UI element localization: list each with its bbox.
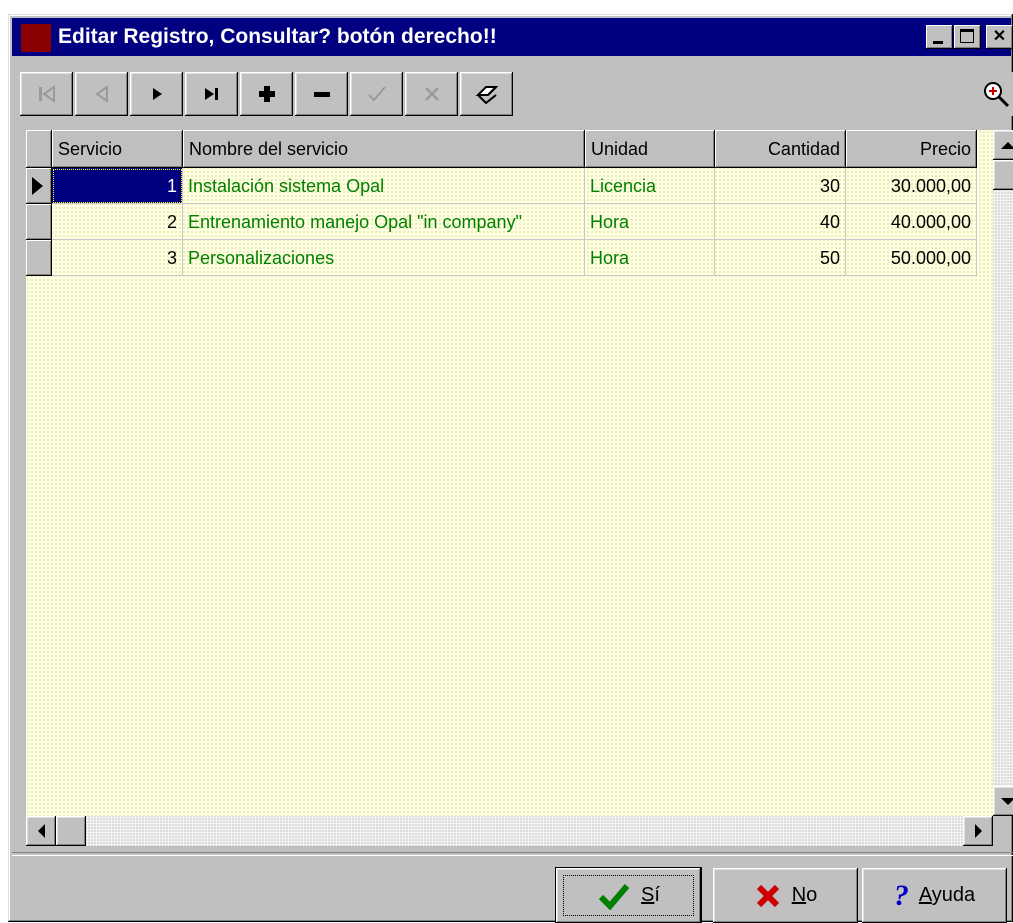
table-cell-servicio[interactable]: 1	[52, 168, 183, 204]
skip-first-icon	[38, 85, 55, 103]
si-button[interactable]: Sí	[556, 868, 701, 923]
horizontal-scroll-thumb[interactable]	[56, 816, 86, 846]
row-indicator[interactable]	[26, 204, 52, 240]
table-cell-cantidad[interactable]: 40	[715, 204, 846, 240]
vertical-scroll-thumb[interactable]	[993, 160, 1013, 190]
next-icon	[152, 88, 162, 100]
insert-record-button[interactable]	[240, 72, 293, 116]
zoom-button[interactable]	[975, 72, 1013, 116]
arrow-up-icon	[1001, 141, 1013, 149]
table-cell-servicio[interactable]: 2	[52, 204, 183, 240]
scroll-down-button[interactable]	[993, 786, 1013, 816]
vertical-scrollbar[interactable]	[993, 130, 1013, 816]
zoom-in-icon	[984, 82, 1010, 108]
horizontal-scrollbar[interactable]	[26, 816, 993, 846]
prior-icon	[94, 85, 108, 103]
current-row-arrow-icon	[32, 177, 43, 195]
indicator-header	[26, 130, 52, 168]
close-button[interactable]	[986, 25, 1013, 49]
dialog-window: Editar Registro, Consultar? botón derech…	[8, 14, 1013, 923]
arrow-left-icon	[37, 824, 45, 838]
table-cell-unidad[interactable]: Hora	[585, 204, 715, 240]
help-icon: ?	[893, 878, 909, 912]
table-cell-nombre[interactable]: Entrenamiento manejo Opal "in company"	[183, 204, 585, 240]
arrow-right-icon	[974, 824, 982, 838]
x-icon	[756, 884, 779, 907]
minimize-button[interactable]	[926, 25, 953, 49]
column-header-unidad[interactable]: Unidad	[585, 130, 715, 168]
post-record-button[interactable]	[350, 72, 403, 116]
delete-record-button[interactable]	[295, 72, 348, 116]
table-cell-cantidad[interactable]: 50	[715, 240, 846, 276]
ayuda-button-label: Ayuda	[918, 884, 976, 906]
minus-icon	[313, 92, 330, 97]
arrow-down-icon	[1001, 797, 1013, 805]
scroll-left-button[interactable]	[26, 816, 56, 846]
scroll-right-button[interactable]	[963, 816, 993, 846]
title-bar[interactable]: Editar Registro, Consultar? botón derech…	[12, 18, 1013, 56]
skip-last-icon	[204, 88, 218, 100]
column-header-nombre[interactable]: Nombre del servicio	[183, 130, 585, 168]
row-indicator[interactable]	[26, 168, 52, 204]
no-button-label: No	[791, 884, 818, 906]
table-cell-cantidad[interactable]: 30	[715, 168, 846, 204]
window-title: Editar Registro, Consultar? botón derech…	[58, 25, 497, 48]
plus-icon	[258, 86, 275, 102]
table-cell-unidad[interactable]: Licencia	[585, 168, 715, 204]
table-cell-nombre[interactable]: Personalizaciones	[183, 240, 585, 276]
refresh-icon	[475, 86, 498, 105]
x-icon	[424, 87, 439, 101]
last-record-button[interactable]	[185, 72, 238, 116]
divider	[12, 852, 1013, 856]
table-cell-precio[interactable]: 40.000,00	[846, 204, 977, 240]
maximize-button[interactable]	[954, 25, 981, 49]
app-icon[interactable]	[21, 24, 51, 52]
first-record-button[interactable]	[20, 72, 73, 116]
column-header-precio[interactable]: Precio	[846, 130, 977, 168]
table-cell-nombre[interactable]: Instalación sistema Opal	[183, 168, 585, 204]
column-header-cantidad[interactable]: Cantidad	[715, 130, 846, 168]
next-record-button[interactable]	[130, 72, 183, 116]
table-cell-unidad[interactable]: Hora	[585, 240, 715, 276]
column-header-servicio[interactable]: Servicio	[52, 130, 183, 168]
refresh-record-button[interactable]	[460, 72, 513, 116]
ayuda-button[interactable]: ? Ayuda	[862, 868, 1007, 923]
table-cell-precio[interactable]: 30.000,00	[846, 168, 977, 204]
cancel-record-button[interactable]	[405, 72, 458, 116]
table-cell-servicio[interactable]: 3	[52, 240, 183, 276]
check-icon	[598, 883, 630, 910]
no-button[interactable]: No	[713, 868, 858, 923]
data-grid[interactable]: Servicio Nombre del servicio Unidad Cant…	[26, 130, 993, 825]
prior-record-button[interactable]	[75, 72, 128, 116]
scroll-up-button[interactable]	[993, 130, 1013, 160]
si-button-label: Sí	[641, 884, 660, 906]
row-indicator[interactable]	[26, 240, 52, 276]
table-cell-precio[interactable]: 50.000,00	[846, 240, 977, 276]
check-icon	[367, 86, 386, 102]
